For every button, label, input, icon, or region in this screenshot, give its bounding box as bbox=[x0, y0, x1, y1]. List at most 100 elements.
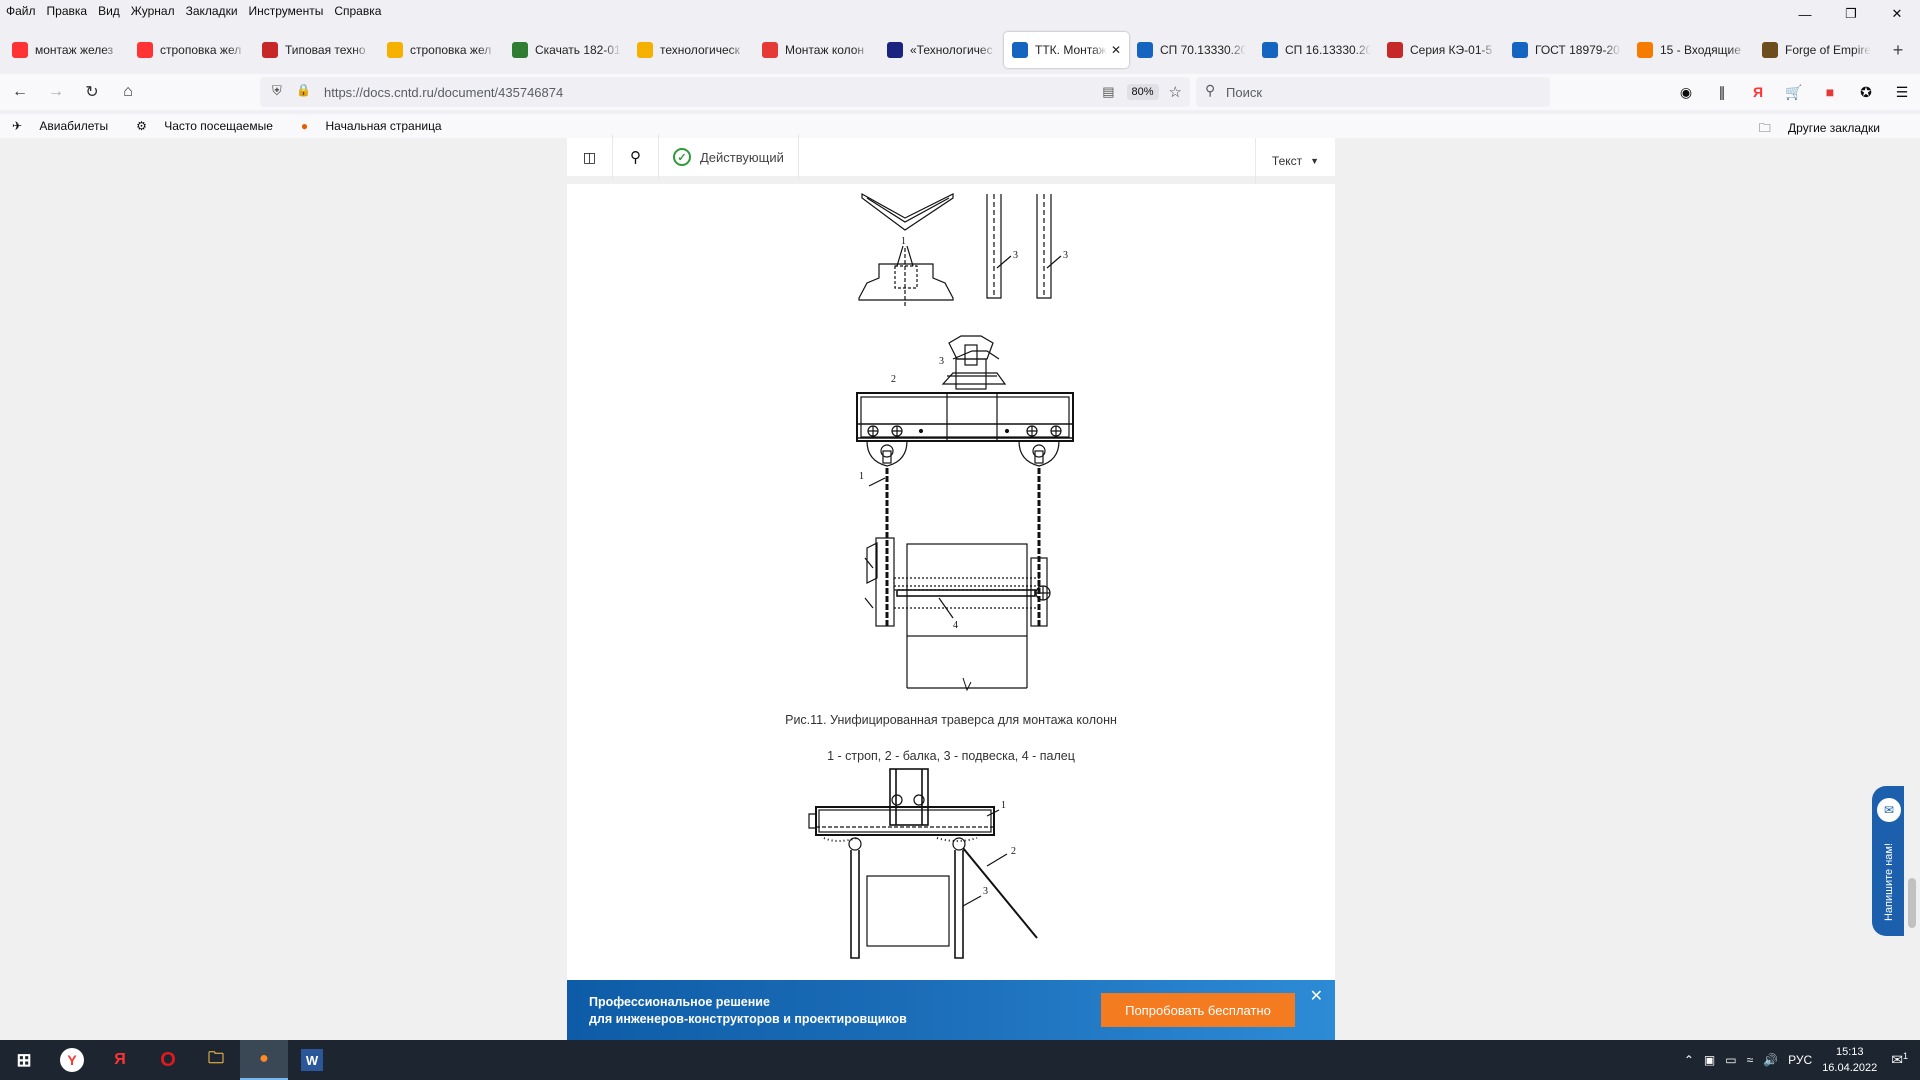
wifi-icon[interactable]: ≈ bbox=[1747, 1053, 1754, 1067]
tray-chevron-icon[interactable]: ⌃ bbox=[1684, 1053, 1694, 1067]
flag-icon bbox=[1387, 42, 1403, 58]
tab-9[interactable]: СП 70.13330.20 bbox=[1129, 34, 1254, 66]
tab-4[interactable]: Скачать 182-01 bbox=[504, 34, 629, 66]
tab-1[interactable]: строповка жел bbox=[129, 34, 254, 66]
try-free-button[interactable]: Попробовать бесплатно bbox=[1101, 993, 1295, 1027]
sidebar-toggle-icon[interactable]: ◫ bbox=[567, 134, 613, 180]
language-indicator[interactable]: РУС bbox=[1788, 1053, 1812, 1067]
tab-8[interactable]: ТТК. Монтаж ✕ bbox=[1004, 32, 1129, 68]
close-icon[interactable]: ✕ bbox=[1310, 986, 1323, 1006]
menu-icon[interactable]: ☰ bbox=[1884, 84, 1920, 101]
pocket-icon[interactable]: ◉ bbox=[1668, 84, 1704, 101]
gear-icon bbox=[512, 42, 528, 58]
search-placeholder: Поиск bbox=[1226, 84, 1263, 100]
home-icon[interactable]: ⌂ bbox=[112, 76, 144, 108]
tab-12[interactable]: ГОСТ 18979-20 bbox=[1504, 34, 1629, 66]
plane-icon: ✈ bbox=[12, 119, 23, 133]
minimize-icon[interactable]: — bbox=[1782, 0, 1828, 28]
reader-view-icon[interactable]: ▤ bbox=[1102, 84, 1114, 100]
tab-title: строповка жел bbox=[160, 43, 242, 57]
figure-legend: 1 - строп, 2 - балка, 3 - подвеска, 4 - … bbox=[827, 749, 1075, 763]
bookmark-flights[interactable]: ✈ Авиабилеты bbox=[12, 119, 122, 133]
start-icon[interactable]: ⊞ bbox=[0, 1040, 48, 1080]
volume-icon[interactable]: 🔊 bbox=[1763, 1053, 1778, 1067]
game-icon bbox=[1762, 42, 1778, 58]
label-1-bottom: 1 bbox=[1001, 800, 1006, 811]
label-1-top: 1 bbox=[901, 236, 906, 247]
doc-search-icon[interactable]: ⚲ bbox=[613, 134, 659, 180]
taskbar: ⊞ Y Я O 🗀 ● W ⌃ ▣ ▭ ≈ 🔊 РУС 15:13 16.04.… bbox=[0, 1040, 1920, 1080]
menu-help[interactable]: Справка bbox=[334, 4, 381, 18]
notification-icon[interactable]: ✉1 bbox=[1891, 1051, 1908, 1069]
cntd-icon bbox=[1012, 42, 1028, 58]
word-icon[interactable]: W bbox=[288, 1040, 336, 1080]
opera-icon[interactable]: O bbox=[144, 1040, 192, 1080]
yandex-icon bbox=[137, 42, 153, 58]
meet-now-icon[interactable]: ▣ bbox=[1704, 1053, 1715, 1067]
mail-icon bbox=[1637, 42, 1653, 58]
scrollbar-thumb[interactable] bbox=[1908, 878, 1916, 928]
menu-history[interactable]: Журнал bbox=[131, 4, 175, 18]
tab-14[interactable]: Forge of Empire bbox=[1754, 34, 1879, 66]
detail-top-right bbox=[986, 194, 1062, 299]
tab-6[interactable]: Монтаж колон bbox=[754, 34, 879, 66]
tab-title: строповка жел bbox=[410, 43, 492, 57]
menu-edit[interactable]: Правка bbox=[47, 4, 88, 18]
p-icon bbox=[262, 42, 278, 58]
tab-11[interactable]: Серия КЭ-01-5 bbox=[1379, 34, 1504, 66]
url-text[interactable]: https://docs.cntd.ru/document/435746874 bbox=[324, 85, 1102, 100]
label-2: 2 bbox=[891, 374, 896, 385]
bookmark-frequent[interactable]: ⚙ Часто посещаемые bbox=[136, 119, 287, 133]
extension-icon[interactable]: ✪ bbox=[1848, 84, 1884, 101]
tab-2[interactable]: Типовая техно bbox=[254, 34, 379, 66]
firefox-icon[interactable]: ● bbox=[240, 1040, 288, 1080]
gear-icon: ⚙ bbox=[136, 119, 147, 133]
tab-13[interactable]: 15 - Входящие bbox=[1629, 34, 1754, 66]
bookmark-star-icon[interactable]: ☆ bbox=[1169, 83, 1182, 101]
image-icon bbox=[637, 42, 653, 58]
close-tab-icon[interactable]: ✕ bbox=[1111, 43, 1121, 57]
menu-tools[interactable]: Инструменты bbox=[249, 4, 324, 18]
close-window-icon[interactable]: ✕ bbox=[1874, 0, 1920, 28]
firefox-icon: ● bbox=[300, 119, 309, 133]
tab-title: ГОСТ 18979-20 bbox=[1535, 43, 1620, 57]
label-1: 1 bbox=[859, 471, 864, 482]
tab-3[interactable]: строповка жел bbox=[379, 34, 504, 66]
search-input[interactable]: ⚲ Поиск bbox=[1196, 77, 1550, 107]
status-badge[interactable]: ✓ Действующий bbox=[659, 134, 799, 180]
file-explorer-icon[interactable]: 🗀 bbox=[192, 1040, 240, 1080]
bookmark-label: Начальная страница bbox=[325, 119, 442, 133]
zoom-level[interactable]: 80% bbox=[1126, 84, 1159, 100]
window-controls: — ❐ ✕ bbox=[1782, 0, 1920, 28]
back-icon[interactable]: ← bbox=[4, 76, 36, 108]
url-bar[interactable]: ⛨ 🔒 https://docs.cntd.ru/document/435746… bbox=[260, 77, 1190, 107]
cart-icon[interactable]: 🛒 bbox=[1776, 84, 1812, 101]
restore-icon[interactable]: ❐ bbox=[1828, 0, 1874, 28]
view-mode-select[interactable]: Текст ▼ bbox=[1255, 138, 1335, 184]
tab-5[interactable]: технологическ bbox=[629, 34, 754, 66]
menu-file[interactable]: Файл bbox=[6, 4, 36, 18]
bookmark-flag-icon[interactable]: ■ bbox=[1812, 84, 1848, 100]
forward-icon[interactable]: → bbox=[40, 76, 72, 108]
yandex-icon[interactable]: Я bbox=[1740, 84, 1776, 100]
bookmark-home[interactable]: ● Начальная страница bbox=[301, 119, 456, 133]
battery-icon[interactable]: ▭ bbox=[1725, 1053, 1736, 1067]
yandex-icon[interactable]: Я bbox=[96, 1040, 144, 1080]
clock[interactable]: 15:13 16.04.2022 bbox=[1822, 1044, 1877, 1076]
tab-7[interactable]: «Технологичес bbox=[879, 34, 1004, 66]
library-icon[interactable]: ∥ bbox=[1704, 84, 1740, 101]
other-bookmarks[interactable]: 🗀 Другие закладки bbox=[1759, 119, 1894, 140]
scrollbar[interactable] bbox=[1904, 138, 1920, 1040]
shield-icon[interactable]: ⛨ bbox=[272, 83, 282, 99]
tab-10[interactable]: СП 16.13330.20 bbox=[1254, 34, 1379, 66]
menu-view[interactable]: Вид bbox=[98, 4, 120, 18]
lock-icon[interactable]: 🔒 bbox=[296, 83, 311, 97]
reload-icon[interactable]: ↻ bbox=[76, 76, 108, 108]
yandex-browser-icon[interactable]: Y bbox=[48, 1040, 96, 1080]
menu-bookmarks[interactable]: Закладки bbox=[186, 4, 238, 18]
s-icon bbox=[762, 42, 778, 58]
tab-0[interactable]: монтаж желез bbox=[4, 34, 129, 66]
new-tab-icon[interactable]: + bbox=[1883, 40, 1913, 61]
feedback-widget[interactable]: ✉ Напишите нам! bbox=[1872, 786, 1906, 936]
chevron-down-icon: ▼ bbox=[1310, 156, 1320, 166]
